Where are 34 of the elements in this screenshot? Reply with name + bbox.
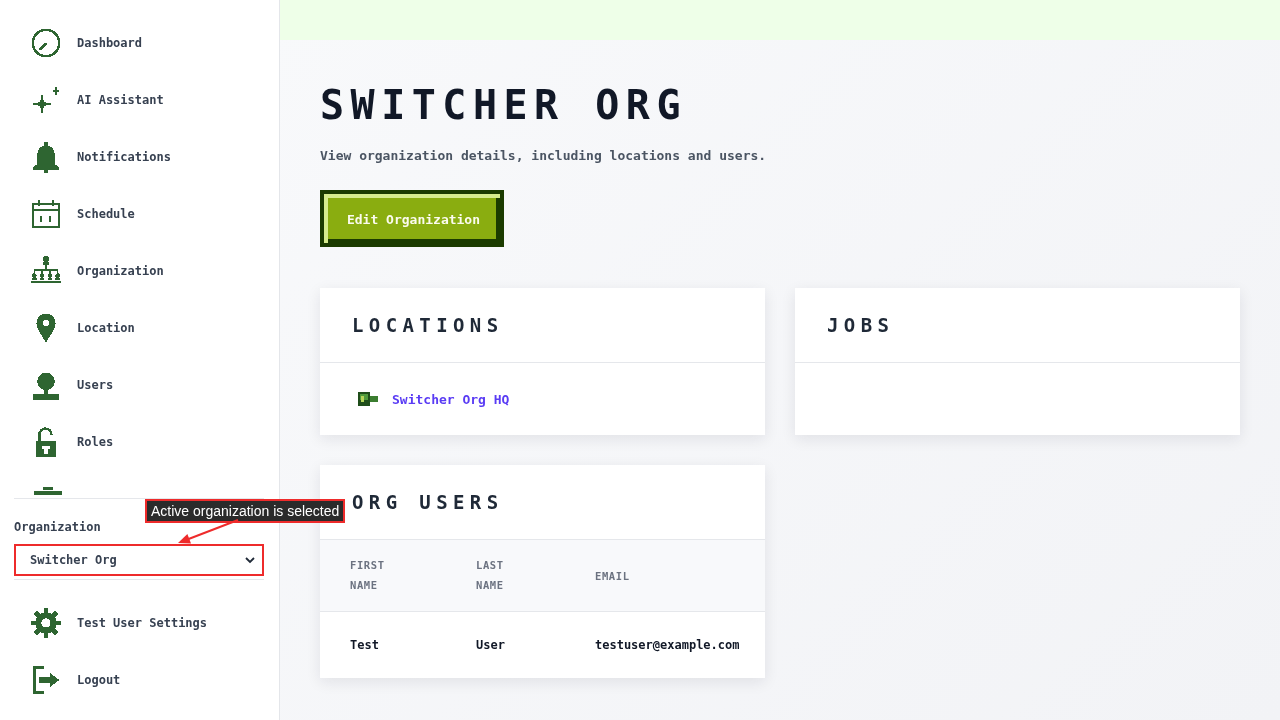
flag-icon (358, 392, 378, 406)
column-header: LAST NAME (476, 558, 504, 594)
column-header: EMAIL (595, 568, 630, 584)
page-subtitle: View organization details, including locations and users. (320, 147, 767, 165)
nav-link[interactable]: Users (14, 356, 114, 413)
nav-link[interactable]: Roles (14, 413, 114, 470)
chevron-down-icon (245, 556, 255, 564)
nav-link[interactable]: Schedule (14, 185, 135, 242)
table-cell: User (476, 637, 505, 652)
card-title: LOCATIONS (352, 314, 504, 336)
nav-link[interactable]: Test User Settings (14, 594, 208, 651)
bell-icon (30, 140, 62, 173)
organization-label: Organization (14, 519, 101, 535)
nav-link[interactable]: Organization (14, 242, 164, 299)
card-title: JOBS (827, 314, 895, 336)
nav-link[interactable]: Dashboard (14, 14, 143, 71)
nav-link[interactable]: Notifications (14, 128, 171, 185)
annotation-arrow (176, 519, 240, 545)
nav-link[interactable]: AI Assistant (14, 71, 164, 128)
nav-link[interactable]: Logout (14, 651, 121, 708)
column-header: FIRST NAME (350, 558, 385, 594)
settings-icon (30, 606, 62, 639)
table-cell: testuser@example.com (595, 637, 740, 652)
organization-select[interactable]: Switcher Org (14, 544, 264, 576)
gauge-icon (30, 26, 62, 59)
site-link[interactable]: Switcher Org HQ (392, 391, 510, 407)
annotation-label: Active organization is selected (145, 499, 346, 523)
clipped-icon (34, 487, 62, 495)
exit-arrow-icon (30, 663, 62, 696)
table-cell: Test (350, 637, 379, 652)
calendar-icon (30, 197, 62, 230)
nav-link[interactable]: Location (14, 299, 135, 356)
card-title: ORG USERS (352, 491, 504, 513)
page-title: SWITCHER ORG (320, 81, 687, 129)
